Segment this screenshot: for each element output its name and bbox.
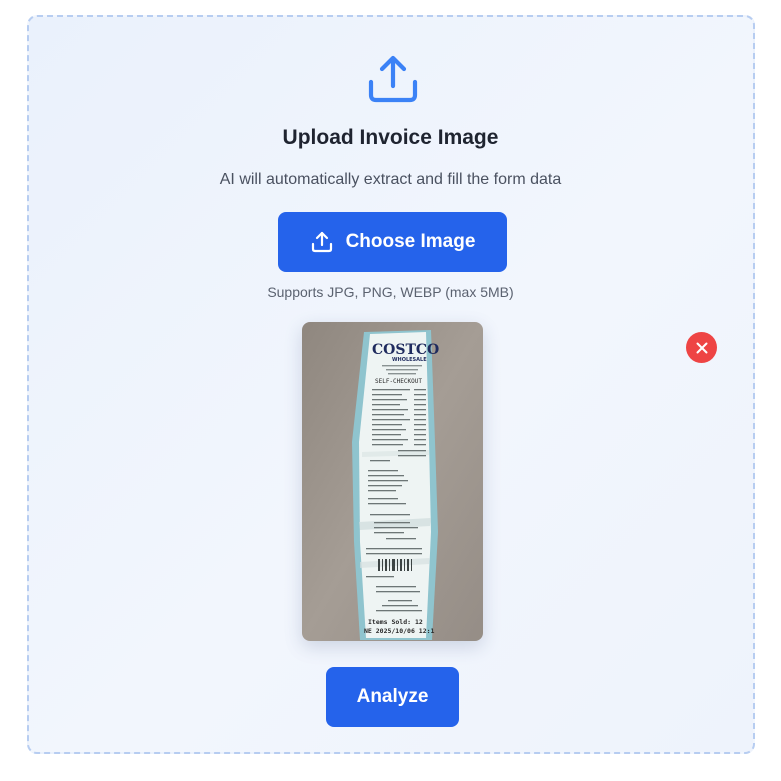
receipt-store-logo-sub: WHOLESALE — [392, 357, 427, 363]
upload-icon — [366, 52, 420, 106]
remove-image-button[interactable] — [686, 332, 717, 363]
close-icon — [694, 340, 710, 356]
upload-subtitle: AI will automatically extract and fill t… — [219, 171, 562, 188]
upload-icon — [310, 230, 334, 254]
analyze-button[interactable]: Analyze — [326, 667, 459, 727]
receipt-items-sold: Items Sold: 12 — [368, 618, 423, 626]
supported-formats-hint: Supports JPG, PNG, WEBP (max 5MB) — [267, 284, 514, 300]
receipt-header-line: SELF-CHECKOUT — [375, 378, 422, 385]
choose-image-button[interactable]: Choose Image — [278, 212, 507, 272]
choose-image-label: Choose Image — [345, 231, 476, 252]
receipt-store-logo: COSTCO — [372, 342, 439, 358]
upload-title: Upload Invoice Image — [282, 126, 499, 149]
invoice-preview-image: COSTCO WHOLESALE SELF-CHECKOUT Items Sol… — [302, 322, 483, 641]
receipt-date-line: NE 2025/10/06 12:1 — [364, 627, 435, 635]
